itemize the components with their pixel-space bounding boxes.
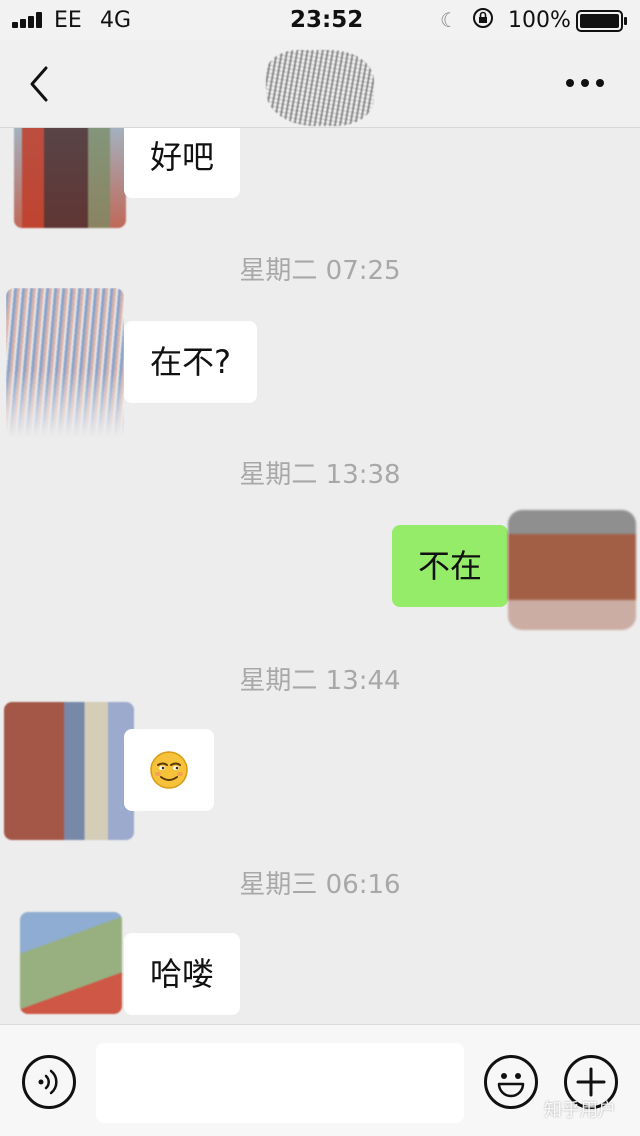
incoming-message-bubble[interactable]: 在不? <box>124 321 257 403</box>
chat-header <box>0 40 640 128</box>
message-timestamp: 星期二 13:38 <box>239 460 401 490</box>
incoming-message-bubble[interactable]: 好吧 <box>124 128 241 198</box>
smiley-icon <box>497 1073 525 1098</box>
voice-icon <box>38 1069 58 1095</box>
watermark: 知乎用户 <box>544 1100 616 1121</box>
battery-percentage: 100% <box>508 8 571 33</box>
message-timestamp: 星期二 07:25 <box>239 256 401 286</box>
message-timestamp: 星期二 13:44 <box>239 666 401 696</box>
rotation-lock-icon <box>473 8 493 28</box>
outgoing-message-bubble[interactable]: 不在 <box>392 525 509 607</box>
battery-icon <box>576 10 627 32</box>
contact-name-redacted <box>266 50 374 126</box>
contact-avatar[interactable] <box>20 912 122 1014</box>
contact-avatar[interactable] <box>4 702 134 840</box>
message-input[interactable] <box>96 1043 464 1123</box>
back-button[interactable] <box>22 62 62 106</box>
carrier-name: EE <box>54 8 82 33</box>
message-timestamp: 星期三 06:16 <box>239 870 401 900</box>
user-avatar[interactable] <box>508 510 636 630</box>
contact-avatar[interactable] <box>6 288 124 438</box>
network-type: 4G <box>100 8 132 33</box>
message-list[interactable]: 好吧 星期二 07:25 在不? 星期二 13:38 不在 星期二 13:44 … <box>0 128 640 1024</box>
incoming-message-bubble[interactable] <box>124 729 214 811</box>
smirk-emoji-icon <box>150 751 188 789</box>
status-bar: EE 4G 23:52 ☾ 100% <box>0 0 640 40</box>
do-not-disturb-icon: ☾ <box>440 8 458 32</box>
status-time: 23:52 <box>290 7 364 33</box>
signal-strength-icon <box>12 12 48 28</box>
contact-avatar[interactable] <box>14 128 126 228</box>
more-options-button[interactable] <box>560 70 610 100</box>
incoming-message-bubble[interactable]: 哈喽 <box>124 933 241 1015</box>
emoji-button[interactable] <box>484 1055 538 1109</box>
voice-input-button[interactable] <box>22 1055 76 1109</box>
